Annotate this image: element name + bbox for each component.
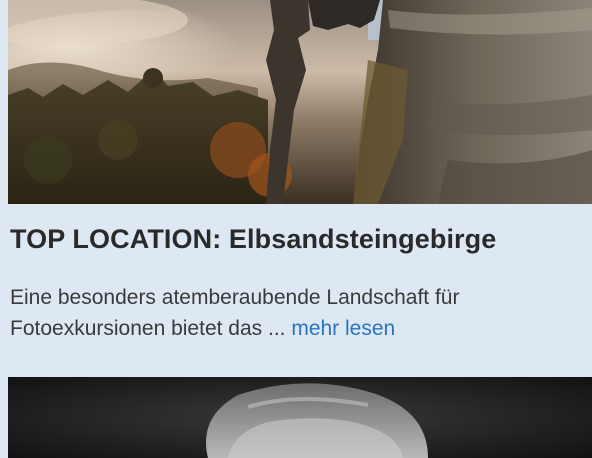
article-list: TOP LOCATION: Elbsandsteingebirge Eine b… bbox=[0, 0, 592, 458]
read-more-link[interactable]: mehr lesen bbox=[291, 317, 395, 340]
next-article-image[interactable] bbox=[8, 377, 592, 458]
article-image[interactable] bbox=[8, 0, 592, 204]
article-excerpt: Eine besonders atemberaubende Landschaft… bbox=[10, 282, 585, 344]
article-title[interactable]: TOP LOCATION: Elbsandsteingebirge bbox=[10, 224, 496, 255]
